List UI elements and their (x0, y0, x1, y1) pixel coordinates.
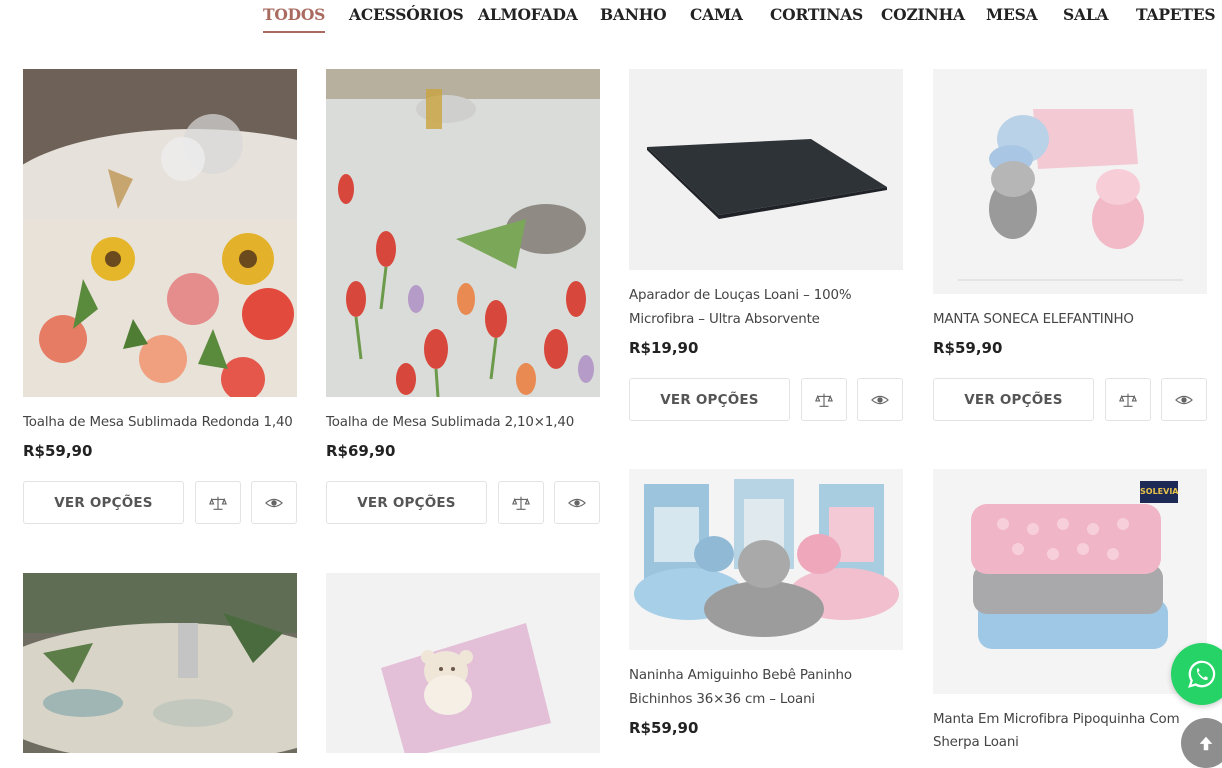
eye-icon (1175, 395, 1193, 404)
brand-badge: SOLEVIA (1140, 481, 1178, 503)
tab-banho[interactable]: BANHO (600, 5, 667, 33)
product-image-teddy-blanket[interactable] (326, 573, 600, 753)
compare-button[interactable] (1105, 378, 1151, 421)
product-actions: VER OPÇÕES (23, 481, 297, 527)
product-price: R$59,90 (933, 339, 1003, 357)
product-title[interactable]: MANTA SONECA ELEFANTINHO (933, 308, 1207, 332)
product-card: Toalha de Mesa Sublimada 2,10×1,40 R$69,… (326, 69, 600, 527)
product-title[interactable]: Toalha de Mesa Sublimada Redonda 1,40 (23, 411, 297, 435)
compare-button[interactable] (195, 481, 241, 524)
product-actions: VER OPÇÕES (326, 481, 600, 527)
tab-cozinha[interactable]: COZINHA (881, 5, 965, 33)
product-image-baby-comforters[interactable] (629, 469, 903, 650)
view-options-button[interactable]: VER OPÇÕES (23, 481, 184, 524)
product-card: Aparador de Louças Loani – 100% Microfib… (629, 69, 903, 424)
compare-button[interactable] (801, 378, 847, 421)
back-to-top-button[interactable] (1181, 718, 1222, 768)
product-image-tulip-tablecloth[interactable] (326, 69, 600, 397)
tab-sala[interactable]: SALA (1063, 5, 1109, 33)
product-image-dish-mat[interactable] (629, 69, 903, 270)
product-price: R$59,90 (23, 442, 93, 460)
tab-cama[interactable]: CAMA (690, 5, 743, 33)
product-card: SOLEVIA Manta Em Microfibra Pipoquinha C… (933, 469, 1207, 754)
product-title[interactable]: Aparador de Louças Loani – 100% Microfib… (629, 284, 903, 332)
product-image-leaf-tablecloth[interactable] (23, 573, 297, 753)
view-options-button[interactable]: VER OPÇÕES (326, 481, 487, 524)
product-title[interactable]: Naninha Amiguinho Bebê Paninho Bichinhos… (629, 664, 903, 712)
eye-icon (568, 498, 586, 507)
arrow-up-icon (1199, 736, 1213, 751)
product-card: Naninha Amiguinho Bebê Paninho Bichinhos… (629, 469, 903, 738)
view-options-button[interactable]: VER OPÇÕES (933, 378, 1094, 421)
product-card: MANTA SONECA ELEFANTINHO R$59,90 VER OPÇ… (933, 69, 1207, 424)
category-filter-nav: TODOS ACESSÓRIOS ALMOFADA BANHO CAMA COR… (0, 0, 1222, 40)
tab-acessorios[interactable]: ACESSÓRIOS (349, 5, 464, 33)
scale-icon (815, 393, 833, 407)
product-actions: VER OPÇÕES (933, 378, 1207, 424)
scale-icon (209, 496, 227, 510)
product-card (326, 573, 600, 753)
product-price: R$59,90 (629, 719, 699, 737)
product-card: Toalha de Mesa Sublimada Redonda 1,40 R$… (23, 69, 297, 527)
eye-icon (871, 395, 889, 404)
tab-todos[interactable]: TODOS (263, 5, 325, 33)
quick-view-button[interactable] (1161, 378, 1207, 421)
compare-button[interactable] (498, 481, 544, 524)
tab-tapetes[interactable]: TAPETES (1136, 5, 1216, 33)
product-card (23, 573, 297, 753)
product-price: R$19,90 (629, 339, 699, 357)
scale-icon (512, 496, 530, 510)
view-options-button[interactable]: VER OPÇÕES (629, 378, 790, 421)
product-title[interactable]: Manta Em Microfibra Pipoquinha Com Sherp… (933, 708, 1207, 754)
eye-icon (265, 498, 283, 507)
scale-icon (1119, 393, 1137, 407)
tab-almofada[interactable]: ALMOFADA (478, 5, 578, 33)
quick-view-button[interactable] (554, 481, 600, 524)
product-price: R$69,90 (326, 442, 396, 460)
product-title[interactable]: Toalha de Mesa Sublimada 2,10×1,40 (326, 411, 600, 435)
tab-mesa[interactable]: MESA (986, 5, 1038, 33)
quick-view-button[interactable] (857, 378, 903, 421)
product-image-stacked-blankets[interactable]: SOLEVIA (933, 469, 1207, 694)
tab-cortinas[interactable]: CORTINAS (770, 5, 863, 33)
quick-view-button[interactable] (251, 481, 297, 524)
product-actions: VER OPÇÕES (629, 378, 903, 424)
whatsapp-icon (1188, 660, 1216, 688)
product-image-floral-tablecloth[interactable] (23, 69, 297, 397)
product-image-elephant-blankets[interactable] (933, 69, 1207, 294)
